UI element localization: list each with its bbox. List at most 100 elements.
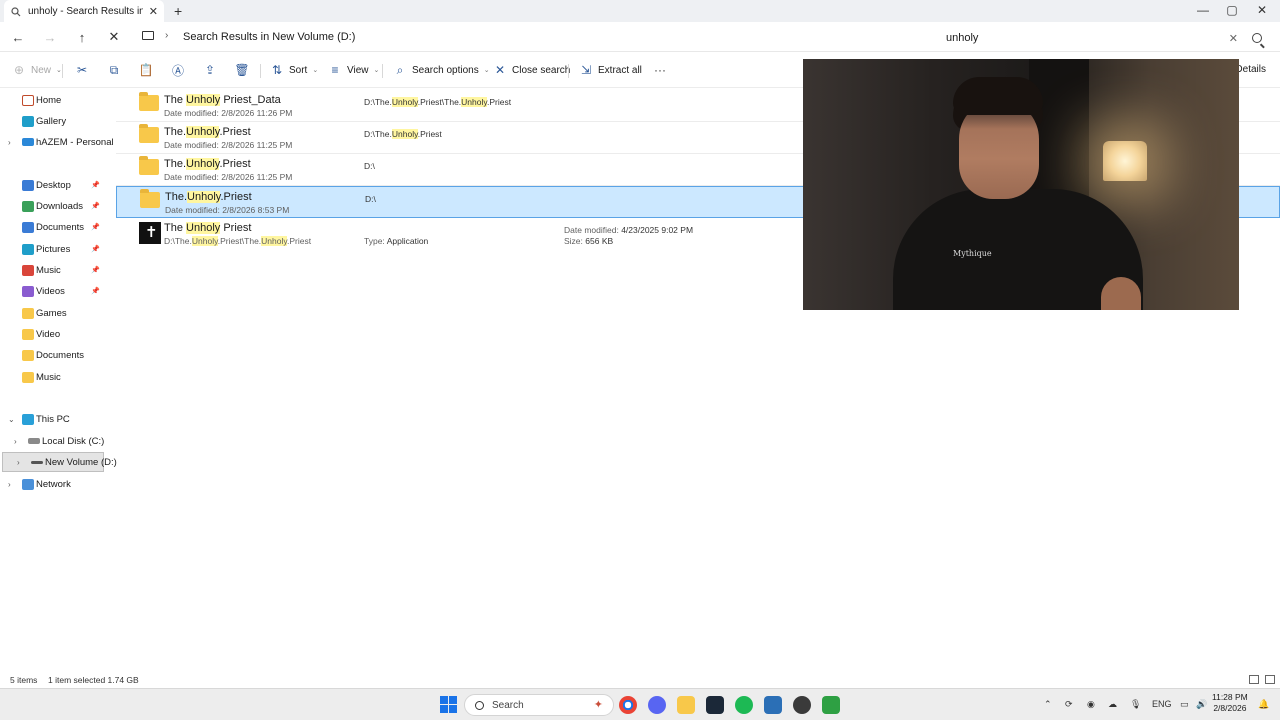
start-button[interactable] bbox=[440, 696, 458, 714]
close-search-button[interactable]: ✕ Close search bbox=[493, 61, 570, 79]
forward-button[interactable]: → bbox=[41, 28, 59, 46]
cloud-icon[interactable]: ☁ bbox=[1108, 699, 1117, 710]
date-modified: Date modified: 4/23/2025 9:02 PM bbox=[564, 225, 694, 235]
file-explorer-icon[interactable] bbox=[677, 696, 695, 714]
notification-icon[interactable]: 🔔 bbox=[1258, 699, 1269, 710]
network-icon[interactable]: ▭ bbox=[1180, 699, 1189, 710]
sidebar-item-videos[interactable]: Videos 📌 bbox=[0, 281, 106, 301]
discord-icon[interactable] bbox=[648, 696, 666, 714]
sidebar-item-desktop[interactable]: Desktop 📌 bbox=[0, 175, 106, 195]
download-icon bbox=[22, 200, 34, 212]
taskbar-search[interactable]: Search ✦ bbox=[464, 694, 614, 716]
chevron-right-icon[interactable]: › bbox=[165, 30, 168, 41]
more-options-button[interactable]: ··· bbox=[653, 61, 667, 79]
extract-all-button[interactable]: ⇲ Extract all bbox=[579, 61, 642, 79]
chevron-right-icon[interactable]: › bbox=[8, 138, 11, 147]
extract-all-label: Extract all bbox=[598, 64, 642, 76]
monitor-icon bbox=[142, 31, 154, 40]
date-modified: Date modified: 2/8/2026 8:53 PM bbox=[165, 205, 290, 215]
sidebar-item-documents[interactable]: Documents 📌 bbox=[0, 217, 106, 237]
tiles-view-icon[interactable] bbox=[1265, 675, 1275, 684]
photos-icon[interactable] bbox=[764, 696, 782, 714]
search-input[interactable]: unholy ✕ bbox=[938, 27, 1270, 49]
tab-title: unholy - Search Results in New Volume (D… bbox=[28, 5, 143, 17]
pin-icon[interactable]: 📌 bbox=[91, 266, 100, 274]
new-button[interactable]: ⊕ New ⌄ bbox=[12, 61, 62, 79]
sidebar-item-documents-folder[interactable]: Documents bbox=[0, 345, 106, 365]
chevron-up-icon[interactable]: ⌃ bbox=[1044, 699, 1052, 710]
drive-icon bbox=[28, 438, 40, 444]
search-options-button[interactable]: ⌕ Search options ⌄ bbox=[393, 61, 490, 79]
minimize-button[interactable]: — bbox=[1188, 3, 1218, 17]
details-button[interactable]: Details bbox=[1235, 64, 1266, 75]
sidebar-item-games[interactable]: Games bbox=[0, 303, 106, 323]
search-clear-icon[interactable]: ✕ bbox=[1229, 32, 1238, 45]
plus-icon: ⊕ bbox=[13, 63, 25, 77]
microphone-icon[interactable]: 🎙 bbox=[1130, 699, 1141, 710]
search-icon[interactable] bbox=[1252, 33, 1262, 43]
sidebar-item-new-volume[interactable]: › New Volume (D:) bbox=[2, 452, 117, 472]
sidebar-item-onedrive[interactable]: › hAZEM - Personal bbox=[0, 132, 114, 152]
chevron-right-icon[interactable]: › bbox=[8, 480, 11, 489]
sidebar-item-label: Documents bbox=[36, 349, 85, 361]
sidebar-item-gallery[interactable]: Gallery bbox=[0, 111, 106, 131]
sort-label: Sort bbox=[289, 64, 308, 76]
app-icon[interactable] bbox=[793, 696, 811, 714]
view-button[interactable]: ≡ View ⌄ bbox=[328, 61, 379, 79]
sidebar-item-local-disk[interactable]: › Local Disk (C:) bbox=[0, 431, 106, 451]
pin-icon[interactable]: 📌 bbox=[91, 245, 100, 253]
sync-icon[interactable]: ⟳ bbox=[1065, 699, 1073, 710]
navigation-pane: Home Gallery › hAZEM - Personal Desktop … bbox=[0, 88, 117, 668]
language-indicator[interactable]: ENG bbox=[1152, 699, 1172, 709]
chrome-icon[interactable] bbox=[619, 696, 637, 714]
sidebar-item-pictures[interactable]: Pictures 📌 bbox=[0, 239, 106, 259]
chevron-down-icon: ⌄ bbox=[56, 67, 62, 74]
pin-icon[interactable]: 📌 bbox=[91, 181, 100, 189]
volume-icon[interactable]: 🔊 bbox=[1196, 699, 1207, 710]
sidebar-item-video[interactable]: Video bbox=[0, 324, 106, 344]
sidebar-item-label: Documents bbox=[36, 221, 85, 233]
paste-button[interactable]: 📋 bbox=[139, 61, 154, 79]
gamepad-icon[interactable]: ◉ bbox=[1087, 699, 1095, 710]
rename-button[interactable]: Ⓐ bbox=[171, 61, 185, 79]
view-label: View bbox=[347, 64, 369, 76]
sidebar-item-this-pc[interactable]: ⌄ This PC bbox=[0, 409, 106, 429]
cut-button[interactable]: ✂ bbox=[75, 61, 89, 79]
pin-icon[interactable]: 📌 bbox=[91, 287, 100, 295]
search-options-label: Search options bbox=[412, 64, 479, 76]
pin-icon[interactable]: 📌 bbox=[91, 202, 100, 210]
chevron-right-icon[interactable]: › bbox=[14, 437, 17, 446]
pin-icon[interactable]: 📌 bbox=[91, 223, 100, 231]
chevron-down-icon[interactable]: ⌄ bbox=[8, 415, 15, 424]
browser-icon[interactable] bbox=[822, 696, 840, 714]
sort-button[interactable]: ⇅ Sort ⌄ bbox=[270, 61, 318, 79]
title-bar: unholy - Search Results in New Volume (D… bbox=[0, 0, 1280, 22]
sidebar-item-music[interactable]: Music 📌 bbox=[0, 260, 106, 280]
document-icon bbox=[22, 221, 34, 233]
close-window-button[interactable]: ✕ bbox=[1247, 3, 1277, 17]
copy-button[interactable]: ⧉ bbox=[107, 61, 121, 79]
steam-icon[interactable] bbox=[706, 696, 724, 714]
status-bar: 5 items 1 item selected 1.74 GB bbox=[0, 672, 1280, 688]
breadcrumb[interactable]: Search Results in New Volume (D:) bbox=[183, 31, 355, 43]
sidebar-item-network[interactable]: › Network bbox=[0, 474, 106, 494]
chevron-right-icon[interactable]: › bbox=[17, 458, 20, 467]
spotify-icon[interactable] bbox=[735, 696, 753, 714]
sidebar-item-downloads[interactable]: Downloads 📌 bbox=[0, 196, 106, 216]
sidebar-item-music-folder[interactable]: Music bbox=[0, 367, 106, 387]
maximize-button[interactable]: ▢ bbox=[1217, 3, 1247, 17]
taskbar: Search ✦ ⌃ ⟳ ◉ ☁ 🎙 ENG ▭ 🔊 11:28 PM 2/8/… bbox=[0, 688, 1280, 720]
tab-search-results[interactable]: unholy - Search Results in New Volume (D… bbox=[4, 0, 164, 22]
back-button[interactable]: ← bbox=[9, 28, 27, 46]
close-search-label: Close search bbox=[512, 64, 571, 76]
sidebar-item-home[interactable]: Home bbox=[0, 90, 106, 110]
share-button[interactable]: ⇪ bbox=[203, 61, 217, 79]
clock[interactable]: 11:28 PM 2/8/2026 bbox=[1212, 692, 1248, 714]
details-view-icon[interactable] bbox=[1249, 675, 1259, 684]
new-tab-button[interactable]: + bbox=[174, 3, 182, 19]
tab-close-icon[interactable]: ✕ bbox=[149, 5, 158, 18]
date-modified: Date modified: 2/8/2026 11:25 PM bbox=[164, 140, 293, 150]
delete-button[interactable]: 🗑 bbox=[234, 61, 249, 79]
up-button[interactable]: ↑ bbox=[73, 28, 91, 46]
stop-button[interactable]: ✕ bbox=[105, 28, 123, 46]
